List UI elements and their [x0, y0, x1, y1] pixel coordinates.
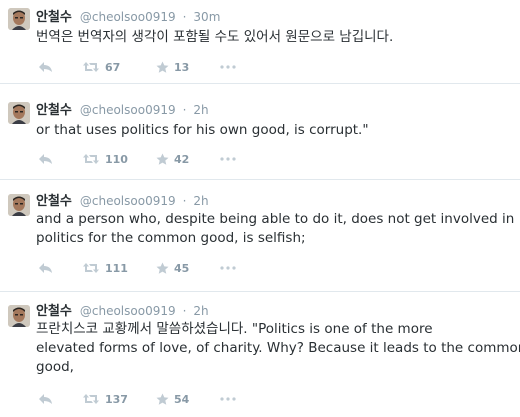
more-icon: [220, 157, 236, 161]
star-icon: [156, 153, 169, 165]
more-icon: [220, 266, 236, 270]
tweet-text: or that uses politics for his own good, …: [36, 121, 520, 140]
tweet-timeline: 안철수 @cheolsoo0919 · 30m 번역은 번역자의 생각이 포함될…: [0, 0, 520, 417]
tweet-text-line: or that uses politics for his own good, …: [36, 122, 369, 138]
timestamp[interactable]: 2h: [193, 304, 208, 318]
retweet-icon: [83, 263, 99, 273]
retweet-count: 111: [105, 261, 128, 275]
timestamp[interactable]: 2h: [193, 103, 208, 117]
more-icon: [220, 397, 236, 401]
reply-icon: [39, 263, 52, 273]
retweet-icon: [83, 154, 99, 164]
more-button[interactable]: [220, 397, 240, 401]
author-name[interactable]: 안철수: [36, 194, 72, 209]
favorite-button[interactable]: 13: [156, 61, 220, 74]
timestamp[interactable]: 30m: [193, 10, 220, 24]
reply-icon: [39, 62, 52, 72]
tweet-actions: 110 42: [38, 151, 240, 167]
author-name[interactable]: 안철수: [36, 103, 72, 118]
separator: ·: [182, 10, 187, 24]
tweet-text-line: politics for the common good, is selfish…: [36, 230, 306, 246]
retweet-count: 110: [105, 152, 128, 166]
tweet-actions: 137 54: [38, 391, 240, 407]
tweet[interactable]: 안철수 @cheolsoo0919 · 2h or that uses poli…: [0, 84, 520, 180]
tweet-text-line: elevated forms of love, of charity. Why?…: [36, 340, 520, 356]
favorite-count: 42: [174, 152, 190, 166]
more-icon: [220, 65, 236, 69]
reply-button[interactable]: [38, 393, 82, 405]
timestamp[interactable]: 2h: [193, 194, 208, 208]
author-handle[interactable]: @cheolsoo0919: [80, 304, 176, 318]
more-button[interactable]: [220, 157, 240, 161]
tweet-header: 안철수 @cheolsoo0919 · 30m: [36, 8, 220, 26]
retweet-count: 137: [105, 392, 128, 406]
tweet-actions: 67 13: [38, 59, 240, 75]
tweet-text-line: 번역은 번역자의 생각이 포함될 수도 있어서 원문으로 남깁니다.: [36, 29, 394, 45]
tweet-text: and a person who, despite being able to …: [36, 210, 520, 248]
more-button[interactable]: [220, 266, 240, 270]
tweet-text-line: 프란치스코 교황께서 말씀하셨습니다. "Politics is one of …: [36, 321, 433, 337]
author-name[interactable]: 안철수: [36, 10, 72, 25]
retweet-button[interactable]: 67: [82, 61, 156, 74]
separator: ·: [182, 194, 187, 208]
star-icon: [156, 61, 169, 73]
tweet[interactable]: 안철수 @cheolsoo0919 · 2h and a person who,…: [0, 180, 520, 292]
tweet-header: 안철수 @cheolsoo0919 · 2h: [36, 192, 209, 210]
favorite-button[interactable]: 54: [156, 393, 220, 406]
retweet-count: 67: [105, 60, 121, 74]
author-name[interactable]: 안철수: [36, 304, 72, 319]
star-icon: [156, 393, 169, 405]
reply-icon: [39, 154, 52, 164]
reply-button[interactable]: [38, 153, 82, 165]
tweet-text-line: good,: [36, 359, 74, 375]
retweet-button[interactable]: 110: [82, 153, 156, 166]
retweet-button[interactable]: 111: [82, 262, 156, 275]
author-handle[interactable]: @cheolsoo0919: [80, 103, 176, 117]
retweet-button[interactable]: 137: [82, 393, 156, 406]
avatar[interactable]: [8, 194, 30, 216]
favorite-count: 54: [174, 392, 190, 406]
favorite-count: 45: [174, 261, 190, 275]
avatar[interactable]: [8, 102, 30, 124]
tweet-text: 번역은 번역자의 생각이 포함될 수도 있어서 원문으로 남깁니다.: [36, 28, 520, 47]
separator: ·: [182, 103, 187, 117]
separator: ·: [182, 304, 187, 318]
tweet-text-line: and a person who, despite being able to …: [36, 211, 515, 227]
author-handle[interactable]: @cheolsoo0919: [80, 10, 176, 24]
tweet-actions: 111 45: [38, 260, 240, 276]
avatar[interactable]: [8, 8, 30, 30]
reply-icon: [39, 394, 52, 404]
tweet-header: 안철수 @cheolsoo0919 · 2h: [36, 302, 209, 320]
favorite-button[interactable]: 45: [156, 262, 220, 275]
author-handle[interactable]: @cheolsoo0919: [80, 194, 176, 208]
more-button[interactable]: [220, 65, 240, 69]
avatar[interactable]: [8, 305, 30, 327]
retweet-icon: [83, 394, 99, 404]
favorite-count: 13: [174, 60, 190, 74]
tweet[interactable]: 안철수 @cheolsoo0919 · 2h 프란치스코 교황께서 말씀하셨습니…: [0, 292, 520, 417]
tweet-header: 안철수 @cheolsoo0919 · 2h: [36, 101, 209, 119]
favorite-button[interactable]: 42: [156, 153, 220, 166]
star-icon: [156, 262, 169, 274]
reply-button[interactable]: [38, 262, 82, 274]
tweet[interactable]: 안철수 @cheolsoo0919 · 30m 번역은 번역자의 생각이 포함될…: [0, 0, 520, 84]
reply-button[interactable]: [38, 61, 82, 73]
tweet-text: 프란치스코 교황께서 말씀하셨습니다. "Politics is one of …: [36, 320, 520, 377]
retweet-icon: [83, 62, 99, 72]
